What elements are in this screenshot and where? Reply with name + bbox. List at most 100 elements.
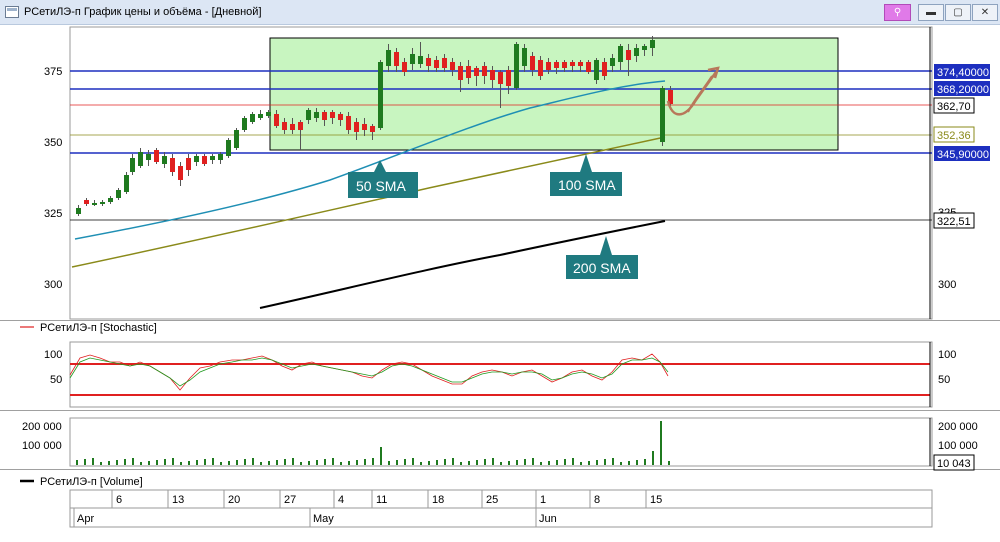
volume-bar — [252, 458, 254, 465]
day-tick-label: 18 — [432, 494, 444, 506]
volume-bar — [564, 459, 566, 465]
volume-legend: РСетиЛЭ-п [Volume] — [40, 476, 143, 488]
candle-body — [210, 156, 215, 160]
volume-bar — [132, 458, 134, 465]
candle-body — [586, 62, 591, 72]
candle-body — [650, 40, 655, 48]
candle-body — [490, 70, 495, 80]
volume-bar — [652, 451, 654, 465]
candle-body — [442, 58, 447, 68]
price-label-368: 368,20000 — [937, 84, 989, 96]
vol-tick-200k: 200 000 — [22, 421, 62, 433]
volume-bar — [276, 460, 278, 465]
candle-body — [426, 58, 431, 66]
y-tick-375: 375 — [44, 66, 62, 78]
candle-body — [250, 114, 255, 122]
sma200-callout: 200 SMA — [566, 236, 638, 279]
candle-body — [498, 72, 503, 84]
volume-bar — [580, 462, 582, 465]
candle-body — [562, 62, 567, 68]
candle-body — [346, 116, 351, 130]
volume-bar — [164, 459, 166, 465]
volume-bar — [324, 459, 326, 465]
volume-bar — [284, 459, 286, 465]
volume-bar — [428, 461, 430, 465]
volume-bar — [204, 459, 206, 465]
volume-bar — [628, 461, 630, 465]
candle-body — [386, 50, 391, 66]
volume-bar — [396, 460, 398, 465]
stoch-tick-right-100: 100 — [938, 349, 956, 361]
candle-body — [418, 56, 423, 64]
volume-bar — [364, 459, 366, 465]
vol-tick-right-100k: 100 000 — [938, 440, 978, 452]
volume-bar — [76, 460, 78, 465]
candle-body — [338, 114, 343, 120]
volume-bar — [108, 461, 110, 465]
volume-bar — [188, 461, 190, 465]
chart-canvas[interactable]: 50 SMA 100 SMA 200 SMA 375 350 325 300 3… — [0, 0, 1000, 542]
candle-body — [218, 154, 223, 160]
volume-bar — [492, 458, 494, 465]
volume-bar — [236, 460, 238, 465]
volume-bar — [516, 460, 518, 465]
candle-body — [410, 54, 415, 64]
candle-body — [434, 60, 439, 68]
candle-body — [226, 140, 231, 156]
candle-body — [394, 52, 399, 66]
volume-bar — [484, 459, 486, 465]
volume-bar — [620, 462, 622, 465]
candle-body — [530, 56, 535, 70]
day-tick-label: 6 — [116, 494, 122, 506]
candle-body — [258, 114, 263, 118]
volume-bar — [332, 458, 334, 465]
sma100-callout-label: 100 SMA — [558, 177, 616, 193]
day-tick-label: 1 — [540, 494, 546, 506]
volume-bar — [404, 459, 406, 465]
stochastic-d-line — [69, 357, 669, 387]
volume-bar — [260, 462, 262, 465]
volume-bar — [476, 460, 478, 465]
candle-body — [178, 166, 183, 180]
price-label-362: 362,70 — [937, 101, 971, 113]
volume-bar — [156, 460, 158, 465]
candle-body — [578, 62, 583, 66]
consolidation-zone — [269, 37, 839, 151]
y-tick-350: 350 — [44, 137, 62, 149]
sma100-callout: 100 SMA — [550, 154, 622, 196]
candle-body — [514, 44, 519, 88]
volume-bar — [668, 461, 670, 465]
volume-bar — [220, 462, 222, 465]
y-tick-325: 325 — [44, 208, 62, 220]
volume-bar — [636, 460, 638, 465]
day-tick-label: 27 — [284, 494, 296, 506]
volume-bar — [524, 459, 526, 465]
candle-body — [538, 60, 543, 76]
candle-body — [266, 112, 271, 116]
price-label-352: 352,36 — [937, 130, 971, 142]
candle-body — [570, 62, 575, 66]
volume-bar — [604, 459, 606, 465]
candle-body — [474, 68, 479, 76]
volume-bar — [596, 460, 598, 465]
volume-bar — [148, 461, 150, 465]
candle-body — [170, 158, 175, 172]
candle-body — [618, 46, 623, 62]
candle-body — [202, 156, 207, 164]
volume-bar — [452, 458, 454, 465]
volume-bar — [588, 461, 590, 465]
volume-bar — [660, 421, 662, 465]
volume-bar — [508, 461, 510, 465]
sma50-callout: 50 SMA — [348, 160, 418, 198]
volume-bar — [100, 462, 102, 465]
candle-body — [522, 48, 527, 66]
candle-body — [116, 190, 121, 198]
candle-body — [506, 70, 511, 86]
stoch-tick-right-50: 50 — [938, 374, 950, 386]
candle-body — [92, 203, 97, 205]
candle-body — [282, 122, 287, 130]
volume-bar — [340, 462, 342, 465]
day-tick-label: 11 — [376, 494, 387, 506]
y-tick-right-300: 300 — [938, 279, 956, 291]
volume-bar — [500, 462, 502, 465]
